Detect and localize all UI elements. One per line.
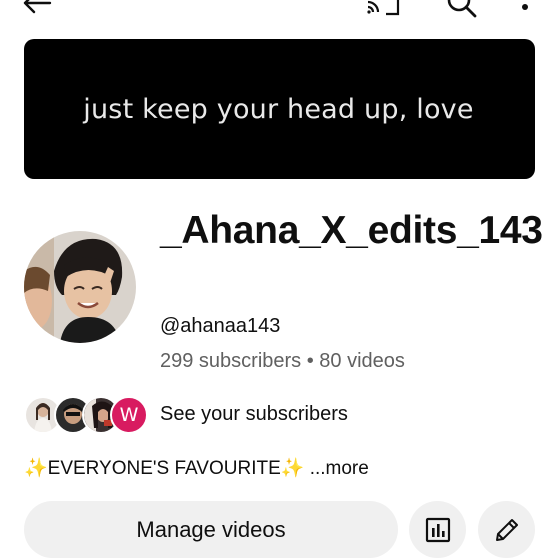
subscriber-avatar-letter: W bbox=[110, 396, 148, 434]
analytics-icon bbox=[425, 517, 450, 542]
more-vert-icon[interactable] bbox=[518, 0, 532, 18]
channel-stats: 299 subscribers • 80 videos bbox=[160, 350, 405, 372]
more-link[interactable]: ...more bbox=[304, 458, 369, 479]
edit-channel-button[interactable] bbox=[478, 501, 535, 558]
cast-icon[interactable] bbox=[366, 0, 402, 18]
see-subscribers-link[interactable]: See your subscribers bbox=[160, 403, 348, 426]
subscriber-avatars[interactable]: W bbox=[24, 396, 150, 436]
manage-videos-button[interactable]: Manage videos bbox=[24, 501, 398, 558]
channel-banner[interactable]: just keep your head up, love bbox=[24, 39, 535, 179]
search-icon[interactable] bbox=[445, 0, 479, 18]
back-icon[interactable] bbox=[22, 0, 52, 18]
pencil-icon bbox=[495, 518, 518, 541]
analytics-button[interactable] bbox=[409, 501, 466, 558]
description-text: ✨EVERYONE'S FAVOURITE✨ bbox=[24, 458, 305, 479]
channel-description[interactable]: ✨EVERYONE'S FAVOURITE✨ ...more bbox=[24, 456, 369, 480]
top-app-bar bbox=[0, 0, 560, 22]
channel-avatar[interactable] bbox=[24, 231, 136, 343]
channel-name: _Ahana_X_edits_143 bbox=[160, 209, 543, 252]
banner-text: just keep your head up, love bbox=[83, 94, 474, 125]
channel-handle: @ahanaa143 bbox=[160, 315, 281, 337]
